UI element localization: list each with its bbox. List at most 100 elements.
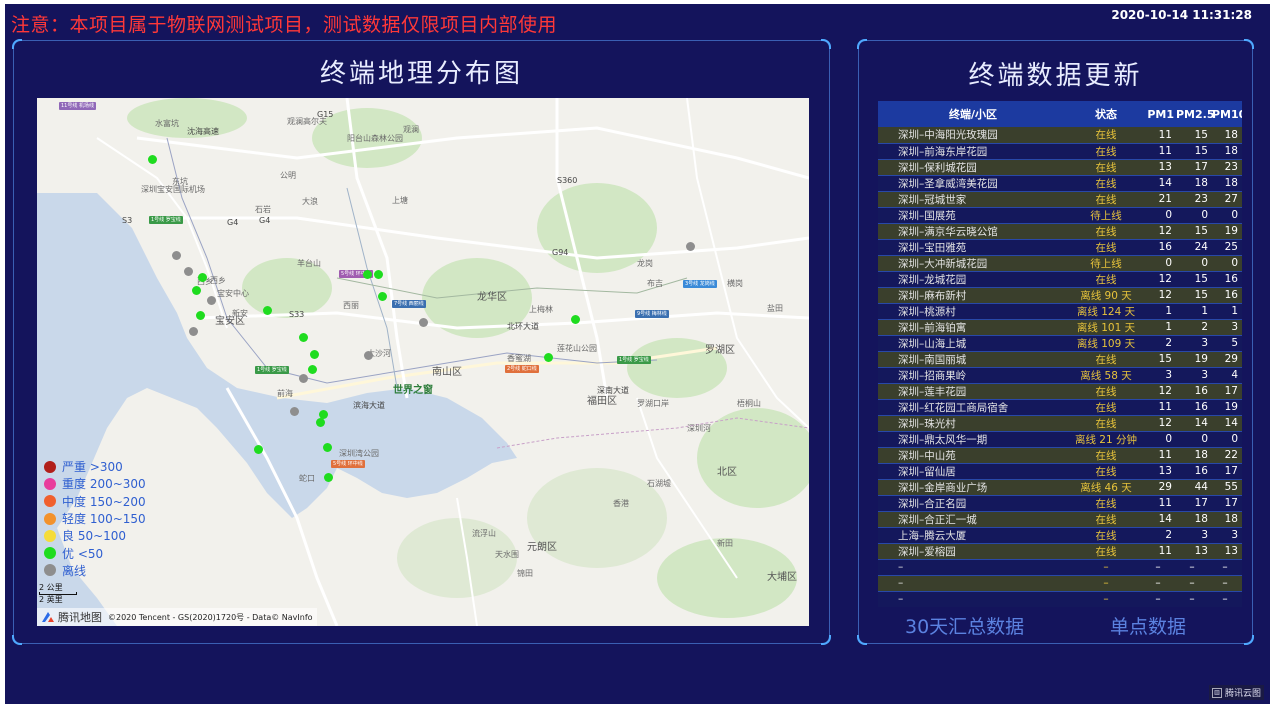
- cell-pm10: 17: [1212, 463, 1242, 480]
- cell-pm25: –: [1176, 575, 1212, 592]
- panel-corner: [857, 635, 867, 645]
- terminal-marker-offline[interactable]: [183, 267, 193, 277]
- table-row[interactable]: 深圳–国展苑 待上线 0 0 0: [878, 207, 1242, 224]
- table-row[interactable]: 深圳–留仙居 在线 13 16 17: [878, 463, 1242, 480]
- table-row[interactable]: – – – – –: [878, 559, 1242, 576]
- table-row[interactable]: 深圳–招商果岭 离线 58 天334: [878, 367, 1242, 384]
- legend-dot-icon: [44, 564, 56, 577]
- summary-30-days-link[interactable]: 30天汇总数据: [905, 612, 1024, 639]
- cell-pm25: 24: [1176, 239, 1212, 256]
- table-row[interactable]: 深圳–大冲新城花园 待上线 0 0 0: [878, 255, 1242, 272]
- table-row[interactable]: 深圳–金岸商业广场 离线 46 天 29 44 55: [878, 479, 1242, 496]
- cell-pm25: 16: [1176, 383, 1212, 400]
- table-row[interactable]: 深圳–冠城世家 在线 21 23 27: [878, 191, 1242, 208]
- cell-pm1: 0: [1144, 431, 1176, 448]
- terminal-map[interactable]: 水富坑 沈海高速 G15 阳台山森林公园 G4 观澜高尔夫 东坑 深圳宝安国际机场 公明 石岩 大浪…: [37, 98, 809, 626]
- table-header-row: 终端/小区 状态 PM1 PM2.5 PM10: [878, 101, 1242, 127]
- map-place-label: 滨海大道: [353, 401, 385, 410]
- terminal-marker-excellent[interactable]: [192, 285, 202, 295]
- terminal-marker-offline[interactable]: [172, 250, 182, 260]
- cell-terminal: 深圳–珠光村: [878, 415, 1068, 432]
- table-row[interactable]: 深圳–爱榕园 在线 11 13 13: [878, 543, 1242, 560]
- cell-pm10: 55: [1212, 479, 1242, 496]
- table-row[interactable]: 深圳–合正名园 在线 11 17 17: [878, 495, 1242, 512]
- table-row[interactable]: 深圳–宝田雅苑 在线 16 24 25: [878, 239, 1242, 256]
- cell-pm1: 12: [1144, 271, 1176, 288]
- cell-status: 在线: [1068, 271, 1144, 288]
- column-header-pm10[interactable]: PM10: [1212, 101, 1242, 127]
- cell-terminal: 深圳–中海阳光玫瑰园: [878, 127, 1068, 144]
- cell-pm25: 17: [1176, 495, 1212, 512]
- terminal-marker-excellent[interactable]: [308, 364, 318, 374]
- terminal-marker-excellent[interactable]: [570, 315, 580, 325]
- cell-status: –: [1068, 591, 1144, 607]
- cell-pm10: 14: [1212, 415, 1242, 432]
- table-row[interactable]: 深圳–中山苑 在线 11 18 22: [878, 447, 1242, 464]
- map-brand[interactable]: 腾讯地图: [41, 609, 102, 625]
- table-row[interactable]: 深圳–麻布新村 离线 90 天 12 15 16: [878, 287, 1242, 304]
- legend-label: 良 50~100: [62, 529, 127, 544]
- cell-status: 离线 124 天: [1068, 303, 1144, 320]
- legend-item: 轻度 100~150: [44, 510, 146, 527]
- terminal-marker-offline[interactable]: [289, 406, 299, 416]
- table-row[interactable]: 深圳–中海阳光玫瑰园 在线 11 15 18: [878, 127, 1242, 144]
- terminal-marker-offline[interactable]: [418, 317, 428, 327]
- column-header-pm25[interactable]: PM2.5: [1176, 101, 1215, 127]
- cell-pm25: 15: [1176, 271, 1212, 288]
- cell-pm1: 1: [1144, 319, 1176, 336]
- single-point-data-link[interactable]: 单点数据: [1110, 612, 1186, 639]
- terminal-marker-excellent[interactable]: [323, 472, 333, 482]
- table-row[interactable]: 深圳–鼎太风华一期 离线 21 分钟 0 0 0: [878, 431, 1242, 448]
- table-row[interactable]: 深圳–珠光村 在线 12 14 14: [878, 415, 1242, 432]
- table-row[interactable]: 深圳–前海铂寓 离线 101 天123: [878, 319, 1242, 336]
- map-attribution: 腾讯地图 ©2020 Tencent - GS(2020)1720号 - Dat…: [37, 608, 317, 626]
- terminal-marker-excellent[interactable]: [378, 291, 388, 301]
- terminal-marker-excellent[interactable]: [315, 418, 325, 428]
- legend-item: 离线: [44, 562, 146, 579]
- column-header-terminal[interactable]: 终端/小区: [878, 101, 1068, 127]
- table-row[interactable]: 深圳–合正汇一城 在线 14 18 18: [878, 511, 1242, 528]
- table-row[interactable]: 深圳–前海东岸花园 在线 11 15 18: [878, 143, 1242, 160]
- terminal-marker-excellent[interactable]: [322, 442, 332, 452]
- terminal-table-scroll[interactable]: 终端/小区 状态 PM1 PM2.5 PM10 深圳–中海阳光玫瑰园在线1115…: [878, 101, 1242, 607]
- cell-terminal: 深圳–合正名园: [878, 495, 1068, 512]
- map-place-label: 深圳宝安国际机场: [141, 185, 205, 194]
- column-header-status[interactable]: 状态: [1068, 101, 1144, 127]
- table-row[interactable]: 深圳–红花园工商局宿舍 在线 11 16 19: [878, 399, 1242, 416]
- cell-pm1: 11: [1144, 495, 1176, 512]
- table-row[interactable]: 深圳–保利城花园 在线 13 17 23: [878, 159, 1242, 176]
- terminal-marker-excellent[interactable]: [197, 273, 207, 283]
- terminal-marker-excellent[interactable]: [543, 353, 553, 363]
- cell-pm1: 3: [1144, 367, 1176, 384]
- table-row[interactable]: 深圳–桃源村 离线 124 天111: [878, 303, 1242, 320]
- table-row[interactable]: – – – – –: [878, 575, 1242, 592]
- cell-pm10: 19: [1212, 399, 1242, 416]
- table-row[interactable]: 深圳–山海上城 离线 109 天235: [878, 335, 1242, 352]
- terminal-marker-excellent[interactable]: [147, 154, 157, 164]
- terminal-marker-excellent[interactable]: [298, 333, 308, 343]
- table-row[interactable]: 上海–腾云大厦 在线 2 3 3: [878, 527, 1242, 544]
- table-row[interactable]: – – – – –: [878, 591, 1242, 607]
- cell-pm25: 0: [1176, 431, 1212, 448]
- terminal-marker-excellent[interactable]: [310, 349, 320, 359]
- map-place-label: 世界之窗: [393, 385, 433, 396]
- cell-pm10: 18: [1212, 175, 1242, 192]
- map-attribution-text: ©2020 Tencent - GS(2020)1720号 - Data© Na…: [108, 612, 313, 622]
- map-place-label: G4: [259, 216, 271, 225]
- table-row[interactable]: 深圳–莲丰花园 在线 12 16 17: [878, 383, 1242, 400]
- map-place-label: 罗湖口岸: [637, 399, 669, 408]
- cell-status: 离线 46 天: [1068, 479, 1144, 496]
- terminal-marker-excellent[interactable]: [254, 444, 264, 454]
- cell-status: 在线: [1068, 399, 1144, 416]
- map-place-label: S3: [122, 216, 133, 225]
- map-scale: 2 公里 2 英里: [39, 583, 77, 604]
- table-row[interactable]: 深圳–满京华云晓公馆 在线 12 15 19: [878, 223, 1242, 240]
- map-place-label: 盐田: [767, 304, 783, 313]
- cell-terminal: 深圳–前海东岸花园: [878, 143, 1068, 160]
- legend-item: 严重 >300: [44, 458, 146, 475]
- table-row[interactable]: 深圳–南国丽城 在线 15 19 29: [878, 351, 1242, 368]
- table-row[interactable]: 深圳–龙城花园 在线 12 15 16: [878, 271, 1242, 288]
- table-row[interactable]: 深圳–圣拿威湾美花园 在线 14 18 18: [878, 175, 1242, 192]
- metro-line-label: 1号线 罗宝线: [617, 356, 651, 364]
- column-header-pm1[interactable]: PM1: [1144, 101, 1176, 127]
